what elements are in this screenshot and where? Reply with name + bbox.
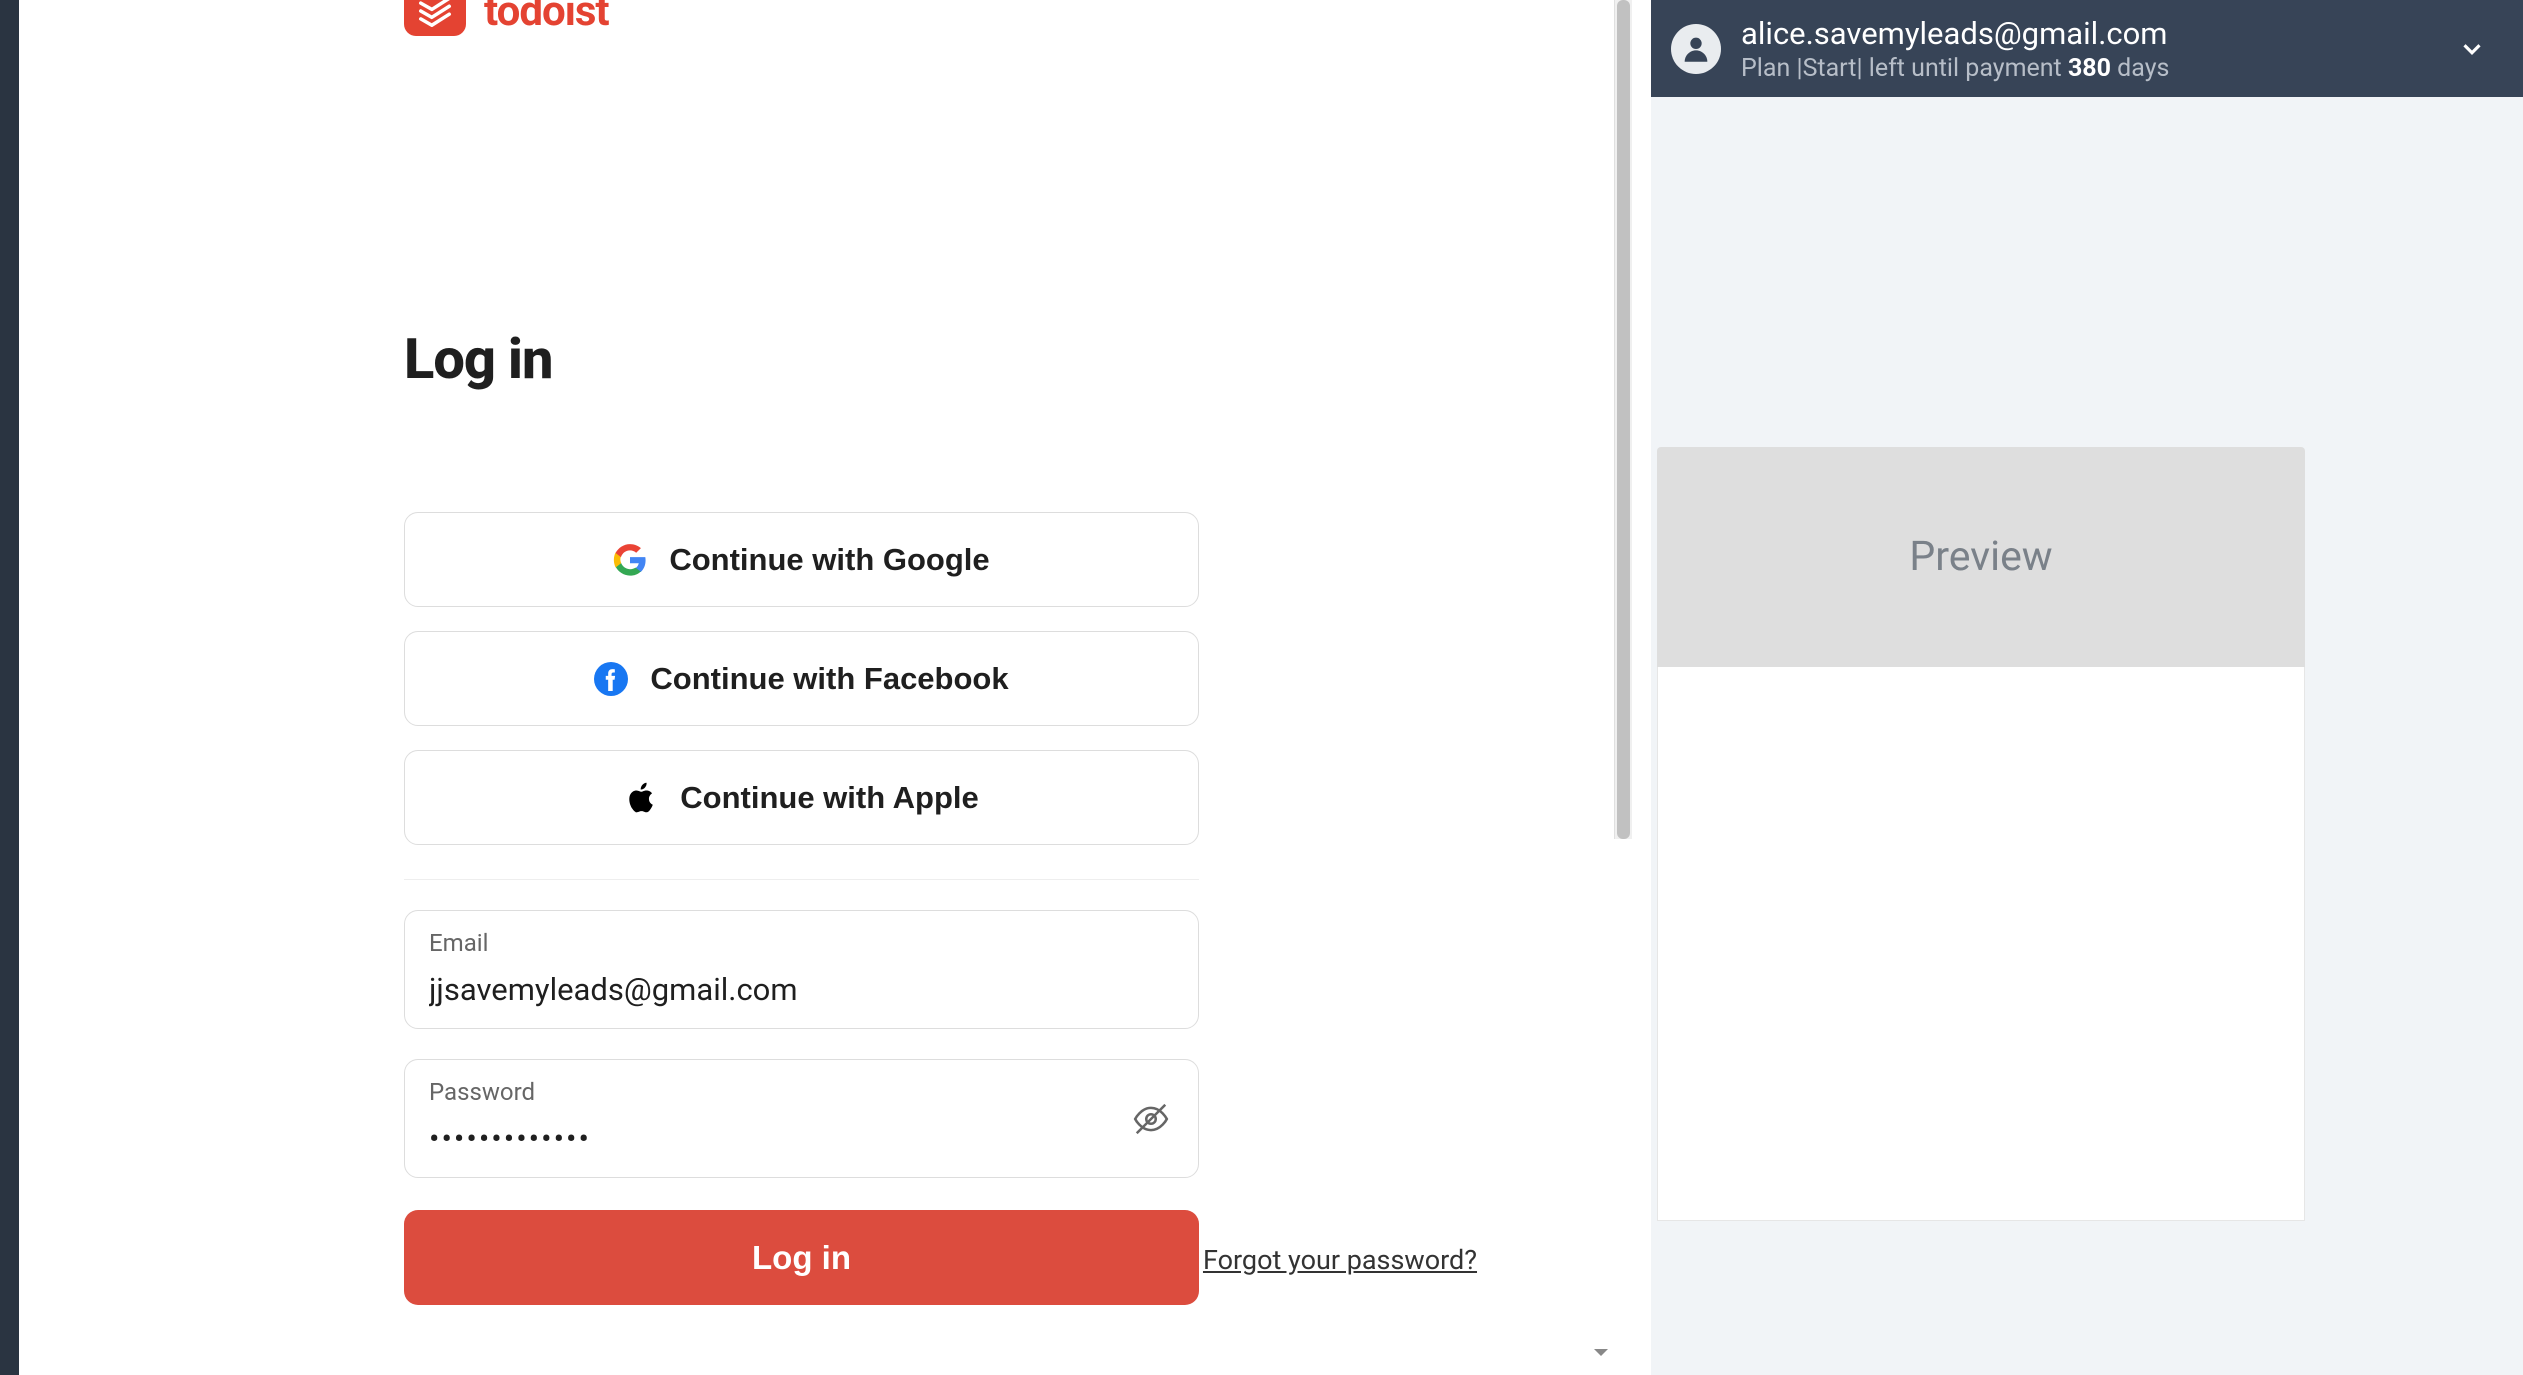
divider (404, 879, 1199, 880)
apple-button-label: Continue with Apple (680, 780, 978, 816)
login-panel: todoist Log in Continue with Google Cont… (19, 0, 1614, 1375)
preview-panel: Preview (1657, 447, 2305, 1221)
continue-with-google-button[interactable]: Continue with Google (404, 512, 1199, 607)
password-input[interactable] (429, 1120, 1114, 1157)
brand-logo: todoist (404, 0, 1614, 36)
plan-mid: | left until payment (1856, 54, 2068, 83)
email-input[interactable] (429, 971, 1114, 1008)
plan-name: Start (1803, 54, 1857, 83)
todoist-logo-icon (404, 0, 466, 36)
plan-days-suffix: days (2111, 54, 2169, 83)
plan-info: Plan |Start| left until payment 380 days (1741, 54, 2437, 83)
page-title: Log in (404, 326, 1614, 392)
google-button-label: Continue with Google (669, 542, 989, 578)
right-panel: alice.savemyleads@gmail.com Plan |Start|… (1651, 0, 2523, 1375)
continue-with-apple-button[interactable]: Continue with Apple (404, 750, 1199, 845)
apple-icon (624, 781, 658, 815)
login-button[interactable]: Log in (404, 1210, 1199, 1305)
preview-header: Preview (1657, 447, 2305, 667)
plan-prefix: Plan | (1741, 54, 1803, 83)
facebook-icon (594, 662, 628, 696)
password-label: Password (429, 1078, 1174, 1106)
account-top-bar: alice.savemyleads@gmail.com Plan |Start|… (1651, 0, 2523, 97)
brand-name: todoist (484, 0, 609, 36)
person-icon (1679, 32, 1713, 66)
account-expand-chevron-down-icon[interactable] (2457, 34, 2487, 64)
forgot-password-link[interactable]: Forgot your password? (1203, 1244, 1477, 1276)
account-email: alice.savemyleads@gmail.com (1741, 15, 2437, 52)
password-field-wrapper[interactable]: Password (404, 1059, 1199, 1178)
email-field-wrapper[interactable]: Email (404, 910, 1199, 1029)
avatar (1671, 24, 1721, 74)
email-label: Email (429, 929, 1174, 957)
facebook-button-label: Continue with Facebook (650, 661, 1008, 697)
continue-with-facebook-button[interactable]: Continue with Facebook (404, 631, 1199, 726)
plan-days-number: 380 (2068, 54, 2111, 83)
inner-scroll-down-arrow[interactable] (1588, 1329, 1614, 1375)
panel-gap (1632, 0, 1651, 1375)
scrollbar-thumb[interactable] (1617, 0, 1630, 839)
preview-body (1657, 667, 2305, 1221)
google-icon (613, 543, 647, 577)
toggle-password-visibility-icon[interactable] (1132, 1100, 1170, 1138)
background-sidebar-strip (0, 0, 19, 1375)
scrollbar-track[interactable] (1614, 0, 1632, 839)
